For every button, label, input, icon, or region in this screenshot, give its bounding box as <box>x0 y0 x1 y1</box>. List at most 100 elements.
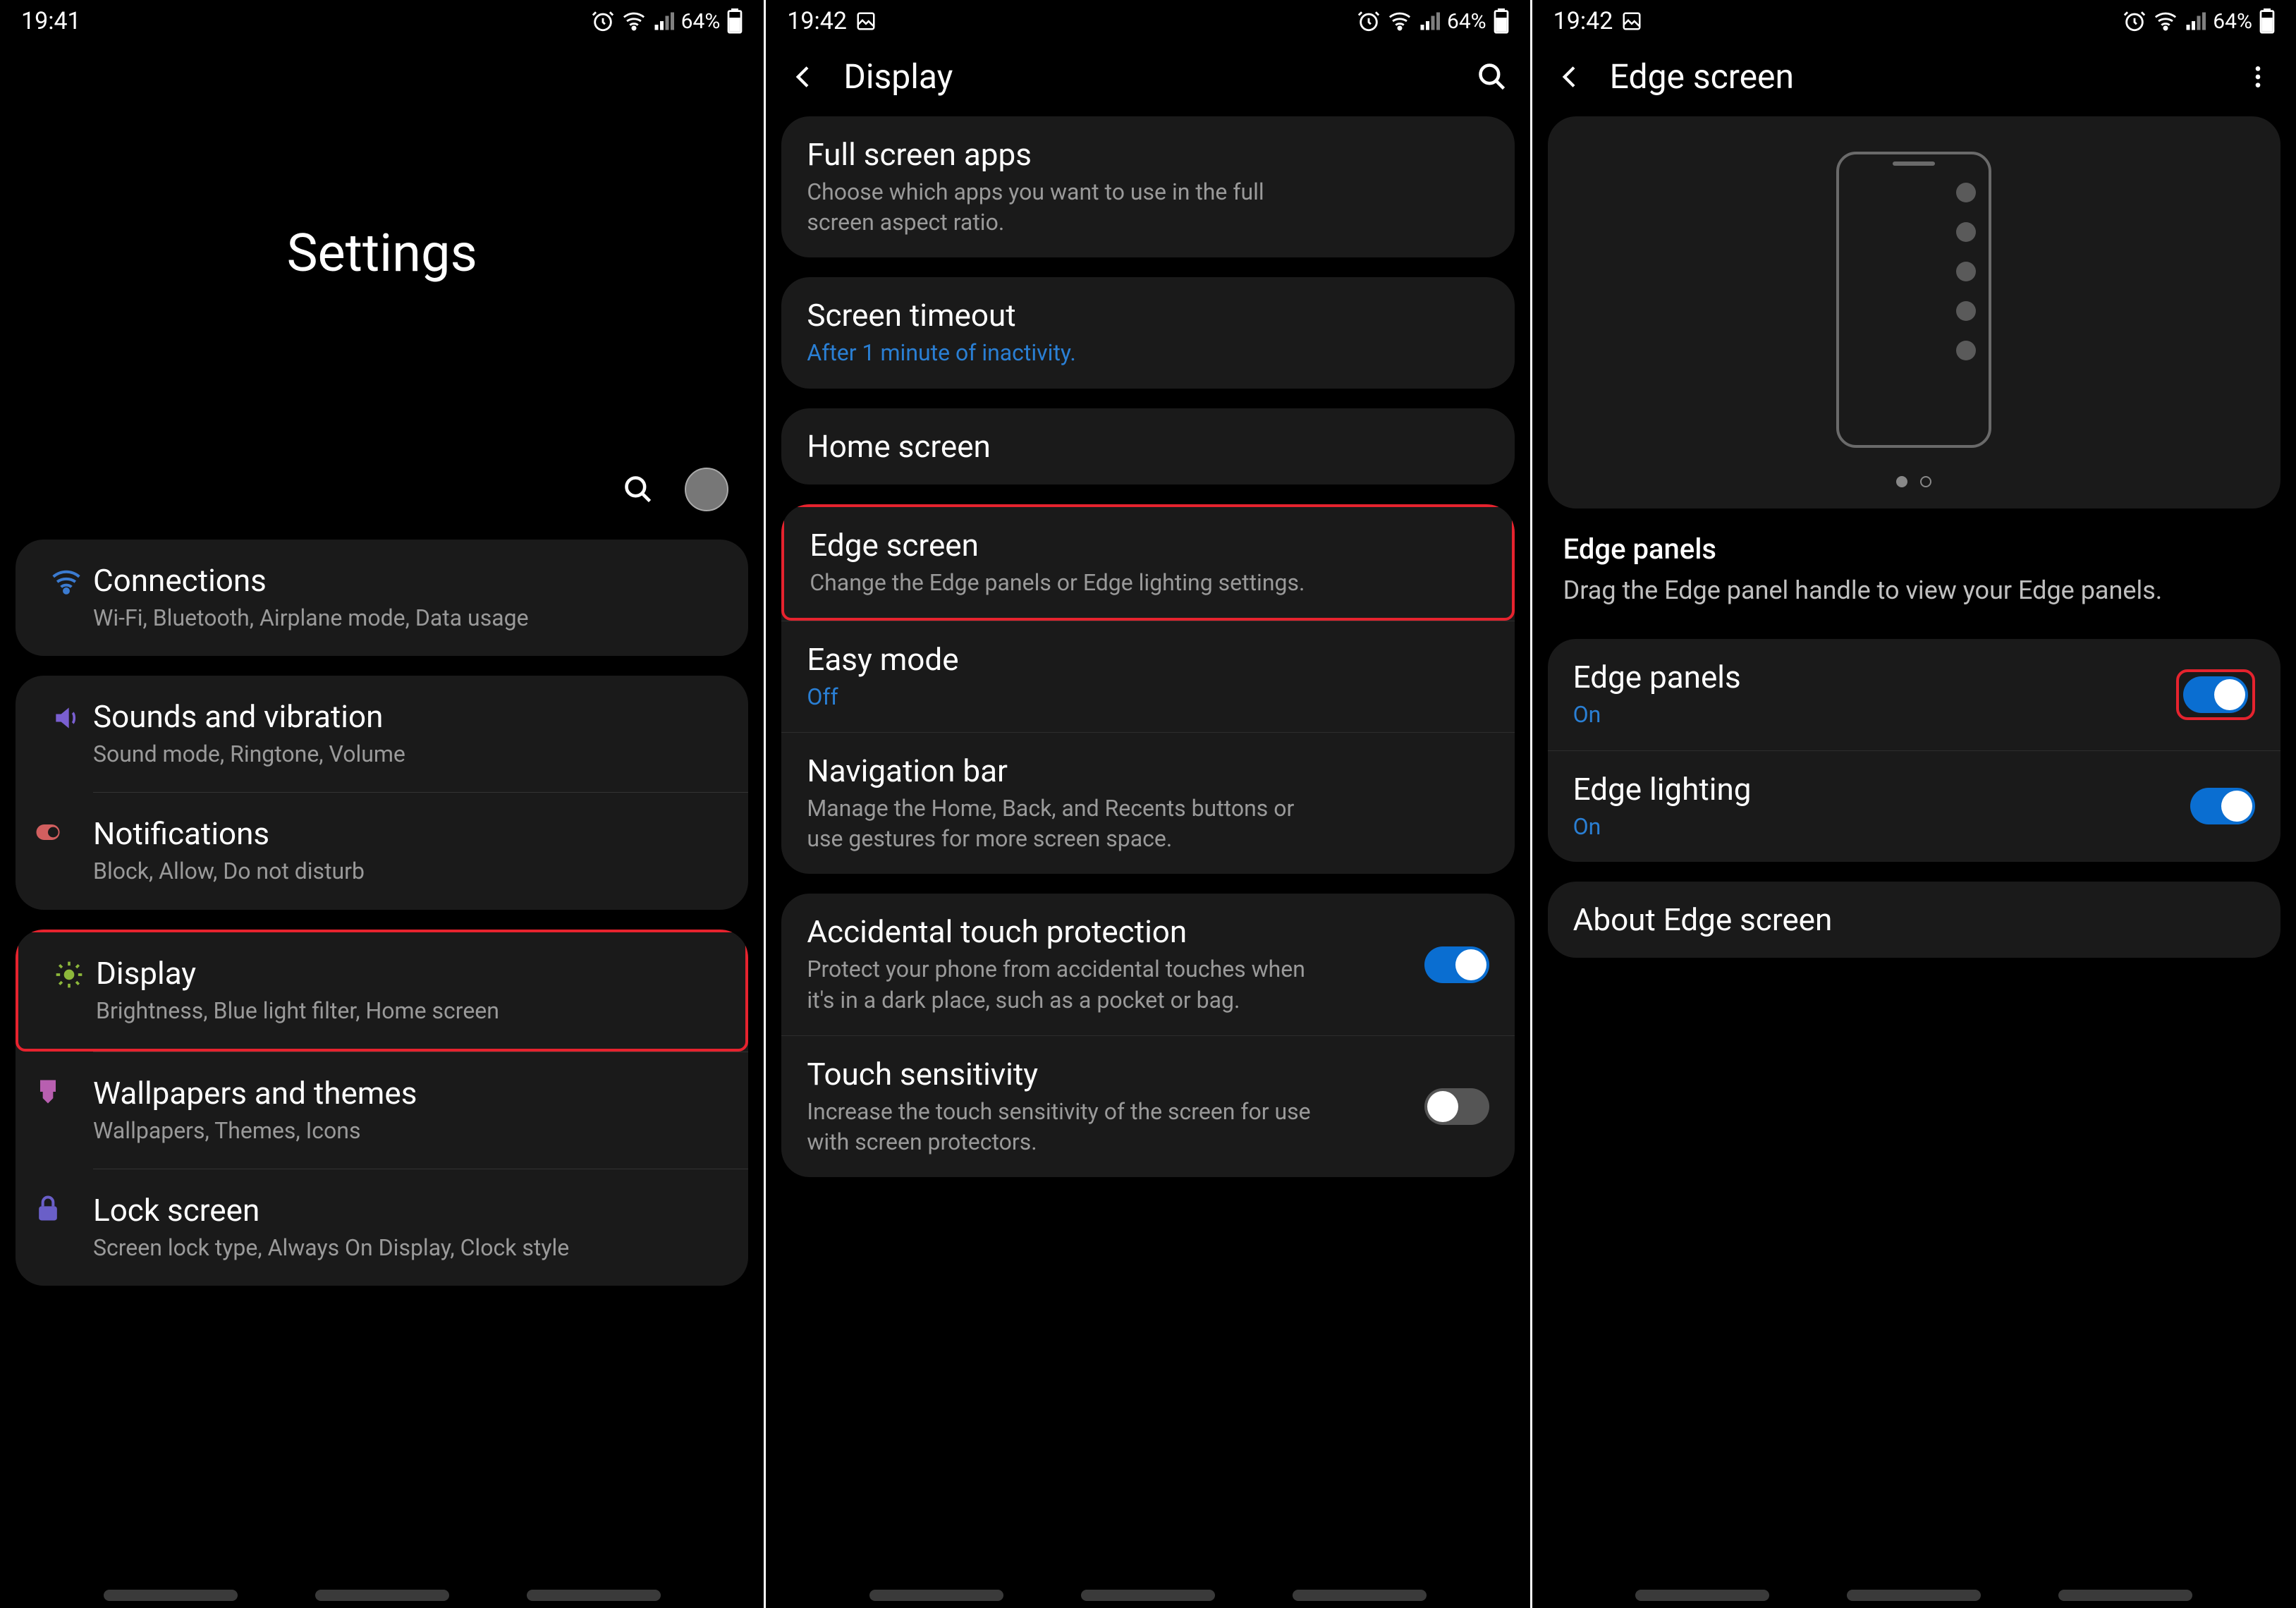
image-icon <box>1621 11 1642 32</box>
status-icons: 64% <box>591 8 743 34</box>
display-group: Accidental touch protection Protect your… <box>781 894 1514 1177</box>
nav-bar <box>1532 1590 2296 1601</box>
status-bar: 19:42 64% <box>1532 0 2296 39</box>
back-button[interactable] <box>786 59 822 95</box>
item-title: Easy mode <box>807 641 1489 678</box>
display-item-edge-screen[interactable]: Edge screen Change the Edge panels or Ed… <box>781 504 1514 621</box>
app-bar: Display <box>766 39 1529 116</box>
settings-group: Connections Wi-Fi, Bluetooth, Airplane m… <box>16 540 748 656</box>
edge-item-edge-lighting[interactable]: Edge lighting On <box>1548 750 2280 862</box>
item-sub: Manage the Home, Back, and Recents butto… <box>807 793 1329 854</box>
battery-icon <box>2259 8 2275 34</box>
display-group: Edge screen Change the Edge panels or Ed… <box>781 504 1514 875</box>
item-sub: Block, Allow, Do not disturb <box>93 856 724 887</box>
wifi-icon <box>2154 9 2178 33</box>
item-title: Display <box>96 955 721 992</box>
screen-edge: 19:42 64% Edge screen <box>1532 0 2296 1608</box>
item-title: Screen timeout <box>807 297 1489 334</box>
item-sub: Increase the touch sensitivity of the sc… <box>807 1097 1329 1157</box>
signal-icon <box>653 11 674 32</box>
status-icons: 64% <box>2123 8 2275 34</box>
status-time: 19:41 <box>21 7 81 35</box>
battery-icon <box>727 8 743 34</box>
nav-home[interactable] <box>1847 1590 1981 1601</box>
battery-icon <box>1494 8 1509 34</box>
signal-icon <box>2185 11 2206 32</box>
alarm-icon <box>1357 9 1381 33</box>
edge-dot <box>1956 262 1976 281</box>
settings-group: Sounds and vibration Sound mode, Rington… <box>16 676 748 909</box>
pager <box>1896 476 1931 487</box>
nav-recents[interactable] <box>1635 1590 1769 1601</box>
nav-back[interactable] <box>1293 1590 1427 1601</box>
toggle-touch-sensitivity[interactable] <box>1424 1088 1489 1125</box>
display-item-full-screen-apps[interactable]: Full screen apps Choose which apps you w… <box>781 116 1514 257</box>
section-title: Edge panels <box>1563 532 2265 566</box>
edge-group: Edge panels On Edge lighting On <box>1548 639 2280 861</box>
toggle-edge-panels[interactable] <box>2183 676 2248 713</box>
item-title: Touch sensitivity <box>807 1056 1410 1092</box>
nav-bar <box>766 1590 1529 1601</box>
pager-dot[interactable] <box>1920 476 1931 487</box>
item-title: About Edge screen <box>1573 901 2255 938</box>
toggle-accidental-touch-protection[interactable] <box>1424 946 1489 983</box>
brightness-icon <box>42 955 96 990</box>
item-sub: Protect your phone from accidental touch… <box>807 954 1329 1015</box>
item-sub: Change the Edge panels or Edge lighting … <box>810 568 1331 598</box>
nav-home[interactable] <box>315 1590 449 1601</box>
settings-item-sounds-and-vibration[interactable]: Sounds and vibration Sound mode, Rington… <box>16 676 748 792</box>
settings-item-display[interactable]: Display Brightness, Blue light filter, H… <box>16 930 748 1052</box>
item-title: Full screen apps <box>807 136 1489 173</box>
section-desc: Drag the Edge panel handle to view your … <box>1563 573 2265 608</box>
battery-text: 64% <box>681 9 721 34</box>
nav-recents[interactable] <box>869 1590 1003 1601</box>
back-button[interactable] <box>1552 59 1589 95</box>
more-button[interactable] <box>2240 59 2276 95</box>
sound-icon <box>39 698 93 733</box>
wifi-icon <box>39 562 93 597</box>
search-button[interactable] <box>620 471 657 508</box>
alarm-icon <box>2123 9 2147 33</box>
nav-back[interactable] <box>527 1590 661 1601</box>
dnd-icon <box>32 817 63 848</box>
nav-home[interactable] <box>1081 1590 1215 1601</box>
settings-item-notifications[interactable]: Notifications Block, Allow, Do not distu… <box>93 792 748 909</box>
display-item-accidental-touch-protection[interactable]: Accidental touch protection Protect your… <box>781 894 1514 1035</box>
screen-settings: 19:41 64% Settings Connections Wi-Fi, Bl… <box>0 0 764 1608</box>
settings-item-wallpapers-and-themes[interactable]: Wallpapers and themes Wallpapers, Themes… <box>93 1052 748 1169</box>
display-item-navigation-bar[interactable]: Navigation bar Manage the Home, Back, an… <box>781 732 1514 874</box>
edge-item-about-edge-screen[interactable]: About Edge screen <box>1548 882 2280 958</box>
image-icon <box>855 11 877 32</box>
screen-display: 19:42 64% Display Full screen apps Choos… <box>766 0 1529 1608</box>
item-sub: Screen lock type, Always On Display, Clo… <box>93 1233 724 1263</box>
app-bar: Edge screen <box>1532 39 2296 116</box>
item-title: Edge panels <box>1573 659 2162 695</box>
nav-back[interactable] <box>2058 1590 2192 1601</box>
display-item-home-screen[interactable]: Home screen <box>781 408 1514 485</box>
item-sub: Choose which apps you want to use in the… <box>807 177 1329 238</box>
item-title: Sounds and vibration <box>93 698 724 735</box>
alarm-icon <box>591 9 615 33</box>
status-time: 19:42 <box>787 7 847 35</box>
phone-outline-icon <box>1836 152 1991 448</box>
wifi-icon <box>1388 9 1412 33</box>
settings-item-lock-screen[interactable]: Lock screen Screen lock type, Always On … <box>93 1169 748 1286</box>
signal-icon <box>1419 11 1440 32</box>
pager-dot-active[interactable] <box>1896 476 1907 487</box>
edge-item-edge-panels[interactable]: Edge panels On <box>1548 639 2280 750</box>
edge-preview[interactable] <box>1548 116 2280 508</box>
item-title: Connections <box>93 562 724 599</box>
settings-item-connections[interactable]: Connections Wi-Fi, Bluetooth, Airplane m… <box>16 540 748 656</box>
display-item-easy-mode[interactable]: Easy mode Off <box>781 621 1514 732</box>
search-button[interactable] <box>1474 59 1510 95</box>
nav-recents[interactable] <box>104 1590 238 1601</box>
display-item-screen-timeout[interactable]: Screen timeout After 1 minute of inactiv… <box>781 277 1514 388</box>
wifi-icon <box>622 9 646 33</box>
appbar-title: Display <box>843 56 1452 97</box>
battery-text: 64% <box>2213 9 2252 34</box>
toggle-edge-lighting[interactable] <box>2190 788 2255 824</box>
item-title: Wallpapers and themes <box>93 1075 724 1111</box>
back-icon <box>790 63 818 91</box>
profile-avatar[interactable] <box>685 468 728 511</box>
display-item-touch-sensitivity[interactable]: Touch sensitivity Increase the touch sen… <box>781 1035 1514 1177</box>
